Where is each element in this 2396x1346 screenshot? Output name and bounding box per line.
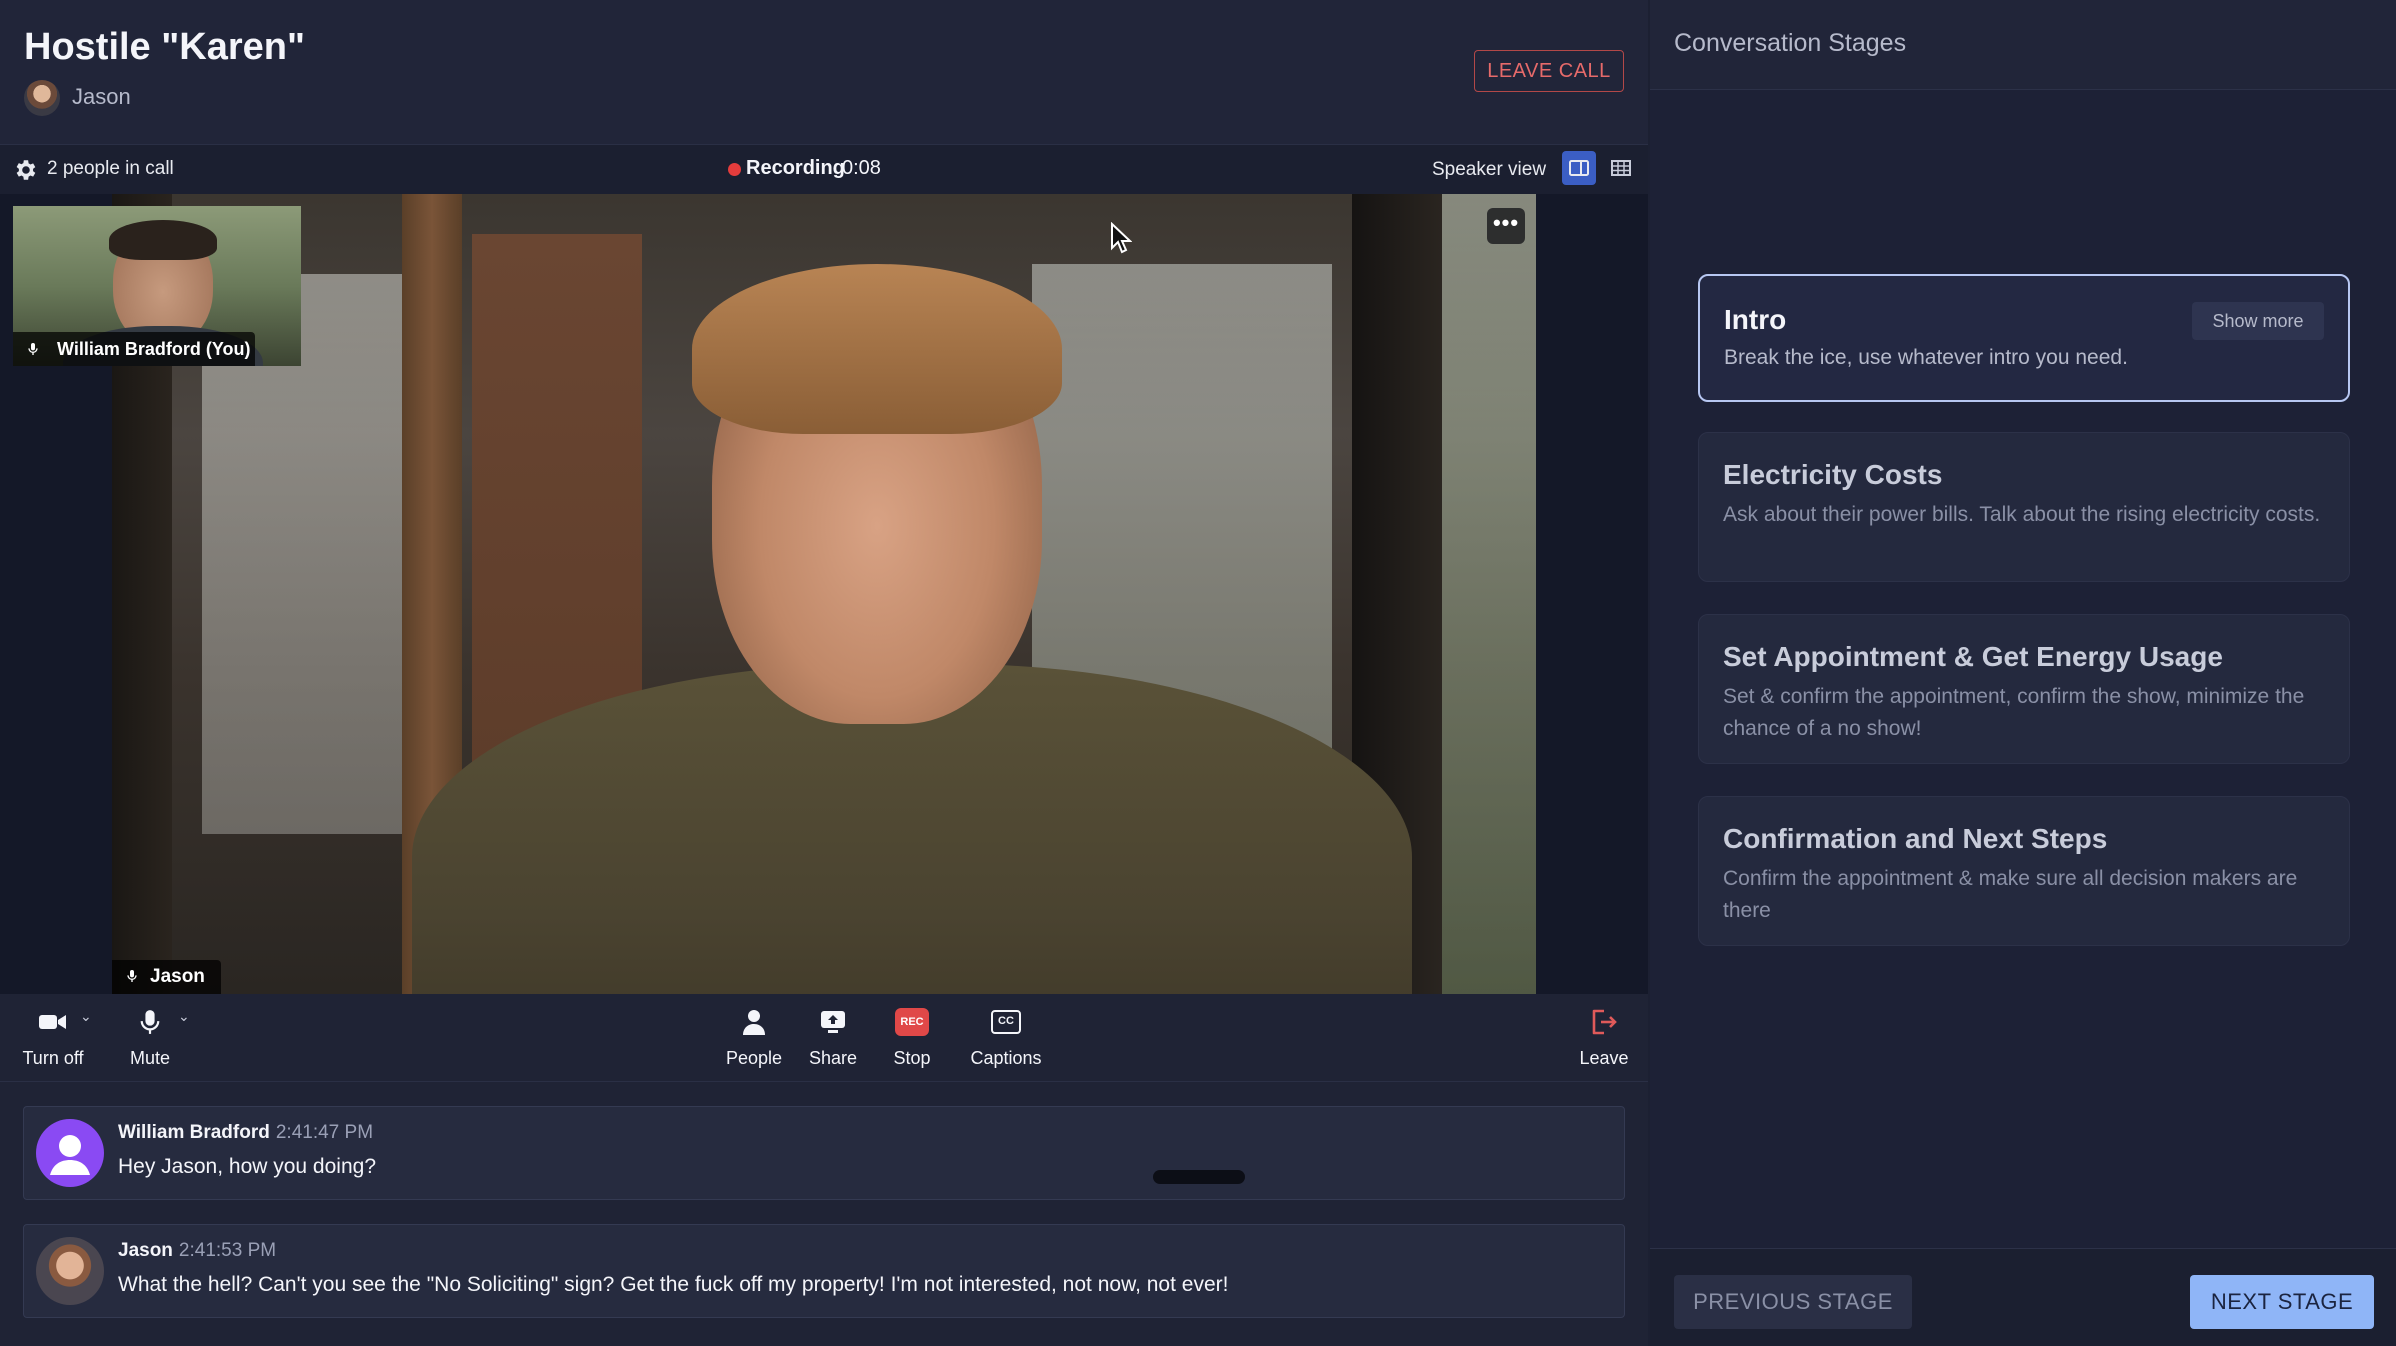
- host-avatar: [24, 80, 60, 116]
- chat-timestamp: 2:41:53 PM: [178, 1240, 277, 1261]
- user-icon: [50, 1135, 90, 1175]
- main-speaker-video[interactable]: [112, 194, 1536, 994]
- grid-view-button[interactable]: [1604, 151, 1638, 185]
- call-pane: Hostile "Karen" Jason LEAVE CALL 2 peopl…: [0, 0, 1648, 1346]
- share-screen-button[interactable]: Share: [804, 1002, 862, 1069]
- audio-options-chevron-icon[interactable]: ⌄: [178, 1008, 190, 1025]
- main-speaker-tag: Jason: [112, 960, 221, 994]
- chat-message: Jason 2:41:53 PM What the hell? Can't you…: [23, 1224, 1625, 1318]
- speaker-hair: [692, 264, 1062, 434]
- stage-description: Ask about their power bills. Talk about …: [1723, 503, 2321, 526]
- view-mode-label: Speaker view: [1432, 159, 1547, 180]
- chat-author: William Bradford 2:41:47 PM: [118, 1122, 373, 1144]
- leave-door-icon: [1592, 1009, 1617, 1035]
- chat-timestamp: 2:41:47 PM: [275, 1122, 374, 1143]
- video-camera-icon: [39, 1015, 66, 1029]
- stage-title: Set Appointment & Get Energy Usage: [1723, 641, 2223, 672]
- share-screen-icon: [821, 1011, 845, 1033]
- stages-footer: PREVIOUS STAGE NEXT STAGE: [1650, 1248, 2396, 1346]
- call-header: Hostile "Karen" Jason LEAVE CALL: [0, 0, 1648, 144]
- rec-badge-text: REC: [900, 1016, 924, 1028]
- camera-toggle-label: Turn off: [22, 1048, 84, 1068]
- stop-recording-button[interactable]: REC Stop: [884, 1002, 940, 1069]
- more-options-button[interactable]: •••: [1487, 208, 1525, 244]
- stages-header: Conversation Stages: [1650, 0, 2396, 90]
- share-label: Share: [808, 1048, 858, 1068]
- people-label: People: [725, 1048, 783, 1068]
- call-title: Hostile "Karen": [24, 26, 305, 68]
- speaker-view-button[interactable]: [1562, 151, 1596, 185]
- stage-title: Confirmation and Next Steps: [1723, 823, 2108, 854]
- main-speaker-name: Jason: [150, 966, 205, 987]
- stage-title: Intro: [1724, 304, 1787, 335]
- microphone-icon: [127, 970, 137, 982]
- chat-author-name: Jason: [118, 1240, 173, 1261]
- mute-button[interactable]: Mute: [120, 1002, 180, 1069]
- chat-author: Jason 2:41:53 PM: [118, 1240, 276, 1262]
- captions-icon: CC: [991, 1010, 1021, 1034]
- stage-description: Confirm the appointment & make sure all …: [1723, 867, 2298, 922]
- recording-dot-icon: [728, 163, 741, 176]
- stage-title: Electricity Costs: [1723, 459, 1943, 490]
- chat-author-name: William Bradford: [118, 1122, 270, 1143]
- next-stage-button[interactable]: NEXT STAGE: [2190, 1275, 2374, 1329]
- previous-stage-button[interactable]: PREVIOUS STAGE: [1674, 1275, 1912, 1329]
- camera-toggle-button[interactable]: Turn off: [18, 1002, 88, 1069]
- people-count: 2 people in call: [47, 158, 174, 179]
- stage-description: Set & confirm the appointment, confirm t…: [1723, 685, 2305, 740]
- stop-label: Stop: [893, 1048, 931, 1068]
- self-video-name: William Bradford (You): [57, 339, 251, 359]
- chat-message: William Bradford 2:41:47 PM Hey Jason, ho…: [23, 1106, 1625, 1200]
- recording-time: 0:08: [842, 157, 881, 179]
- captions-badge-text: CC: [998, 1015, 1014, 1027]
- camera-options-chevron-icon[interactable]: ⌄: [80, 1008, 92, 1025]
- settings-gear-icon[interactable]: [12, 157, 38, 183]
- microphone-icon: [140, 1010, 160, 1034]
- people-button[interactable]: People: [718, 1002, 790, 1069]
- recording-label: Recording: [746, 157, 845, 179]
- captions-button[interactable]: CC Captions: [964, 1002, 1048, 1069]
- chat-text: What the hell? Can't you see the "No Sol…: [118, 1273, 1229, 1296]
- grid-view-icon: [1611, 160, 1631, 176]
- mute-label: Mute: [129, 1048, 171, 1068]
- person-icon: [743, 1010, 765, 1035]
- leave-call-button[interactable]: LEAVE CALL: [1474, 50, 1624, 92]
- speaker-view-icon: [1569, 160, 1589, 176]
- call-status-bar: 2 people in call Recording 0:08 Speaker …: [0, 144, 1648, 194]
- self-video-tag: William Bradford (You): [13, 332, 255, 366]
- stages-title: Conversation Stages: [1674, 29, 1907, 57]
- video-stage: Jason William Bradford (You) •••: [0, 194, 1648, 994]
- leave-label: Leave: [1579, 1048, 1629, 1068]
- host-name: Jason: [72, 84, 131, 109]
- leave-button[interactable]: Leave: [1576, 1002, 1632, 1069]
- chat-transcript: William Bradford 2:41:47 PM Hey Jason, ho…: [0, 1082, 1648, 1346]
- avatar: [36, 1119, 104, 1187]
- stage-card-electricity-costs[interactable]: Electricity Costs Ask about their power …: [1698, 432, 2350, 582]
- stage-card-confirmation[interactable]: Confirmation and Next Steps Confirm the …: [1698, 796, 2350, 946]
- avatar: [36, 1237, 104, 1305]
- stage-card-intro[interactable]: Intro Break the ice, use whatever intro …: [1698, 274, 2350, 402]
- show-more-button[interactable]: Show more: [2192, 302, 2324, 340]
- chat-text: Hey Jason, how you doing?: [118, 1155, 376, 1178]
- call-toolbar: Turn off ⌄ Mute ⌄ People Share REC Stop …: [0, 994, 1648, 1082]
- scroll-indicator[interactable]: [1153, 1170, 1245, 1184]
- stages-panel: Conversation Stages Intro Break the ice,…: [1650, 0, 2396, 1346]
- microphone-icon: [28, 343, 38, 355]
- record-icon: REC: [895, 1008, 929, 1036]
- mouse-cursor-icon: [1111, 222, 1132, 254]
- captions-label: Captions: [970, 1048, 1042, 1068]
- stage-description: Break the ice, use whatever intro you ne…: [1724, 346, 2128, 369]
- stage-card-set-appointment[interactable]: Set Appointment & Get Energy Usage Set &…: [1698, 614, 2350, 764]
